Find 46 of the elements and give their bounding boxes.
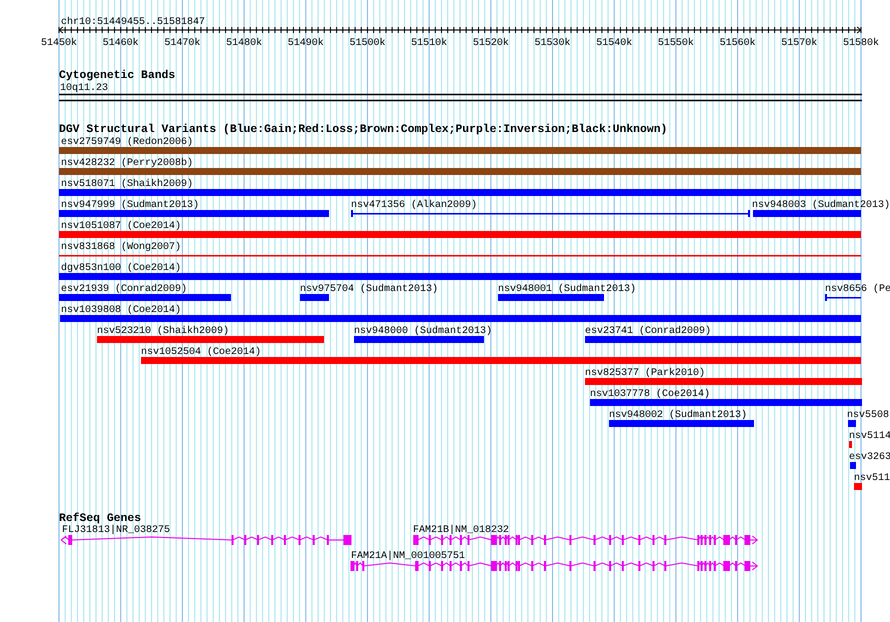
tick-label: 51510k: [411, 38, 448, 49]
tick-label: 51480k: [226, 38, 262, 49]
tick-label: 51570k: [781, 38, 818, 49]
variant-label: nsv948002 (Sudmant2013): [609, 410, 748, 421]
variant-label: nsv948000 (Sudmant2013): [354, 326, 492, 337]
tick-label: 51580k: [843, 38, 879, 49]
band-label: 10q11.23: [60, 83, 108, 94]
tick-label: 51540k: [596, 38, 632, 49]
gene-label: FLJ31813|NR_038275: [62, 525, 170, 536]
track-title: RefSeq Genes: [59, 513, 142, 525]
variant-label: nsv1039808 (Coe2014): [61, 305, 182, 316]
variant-label: nsv8656 (Pe: [825, 284, 890, 295]
variant-label: nsv831868 (Wong2007): [61, 242, 182, 253]
variant-label: nsv1051087 (Coe2014): [61, 221, 182, 232]
tick-label: 51550k: [658, 38, 694, 49]
variant-label: nsv511: [854, 473, 890, 484]
tick-label: 51500k: [349, 38, 386, 49]
variant-label: dgv853n100 (Coe2014): [61, 263, 182, 274]
variant-label: nsv825377 (Park2010): [585, 368, 706, 379]
variant-label: esv2759749 (Redon2006): [61, 137, 194, 148]
variant-label: nsv947999 (Sudmant2013): [61, 200, 200, 211]
variant-label: nsv1052504 (Coe2014): [141, 347, 262, 358]
variant-label: nsv948003 (Sudmant2013): [752, 200, 890, 211]
tick-label: 51460k: [102, 38, 139, 49]
variant-label: nsv523210 (Shaikh2009): [97, 326, 230, 337]
variant-label: nsv5508: [847, 410, 890, 421]
tick-label: 51530k: [534, 38, 571, 49]
tick-label: 51450k: [41, 38, 77, 49]
track-title: DGV Structural Variants (Blue:Gain;Red:Loss;Brown:Complex;Purple:Inversion;Black:Unknown): [59, 124, 668, 136]
variant-label: nsv471356 (Alkan2009): [351, 200, 478, 211]
variant-label: esv3263: [849, 452, 890, 463]
tick-label: 51470k: [164, 38, 200, 49]
location-label: chr10:51449455..51581847: [61, 17, 206, 28]
variant-label: nsv975704 (Sudmant2013): [300, 284, 438, 295]
tick-label: 51560k: [720, 38, 756, 49]
variant-label: nsv428232 (Perry2008b): [61, 158, 194, 169]
tick-label: 51520k: [472, 38, 509, 49]
track-title: Cytogenetic Bands: [59, 70, 176, 82]
variant-label: esv21939 (Conrad2009): [61, 284, 188, 295]
tick-label: 51490k: [288, 38, 324, 49]
variant-label: nsv1037778 (Coe2014): [590, 389, 710, 400]
variant-label: nsv518071 (Shaikh2009): [61, 179, 194, 190]
variant-label: esv23741 (Conrad2009): [585, 326, 712, 337]
gene-label: FAM21B|NM_018232: [413, 525, 510, 536]
gene-label: FAM21A|NM_001005751: [351, 551, 466, 562]
variant-label: nsv948001 (Sudmant2013): [498, 284, 636, 295]
